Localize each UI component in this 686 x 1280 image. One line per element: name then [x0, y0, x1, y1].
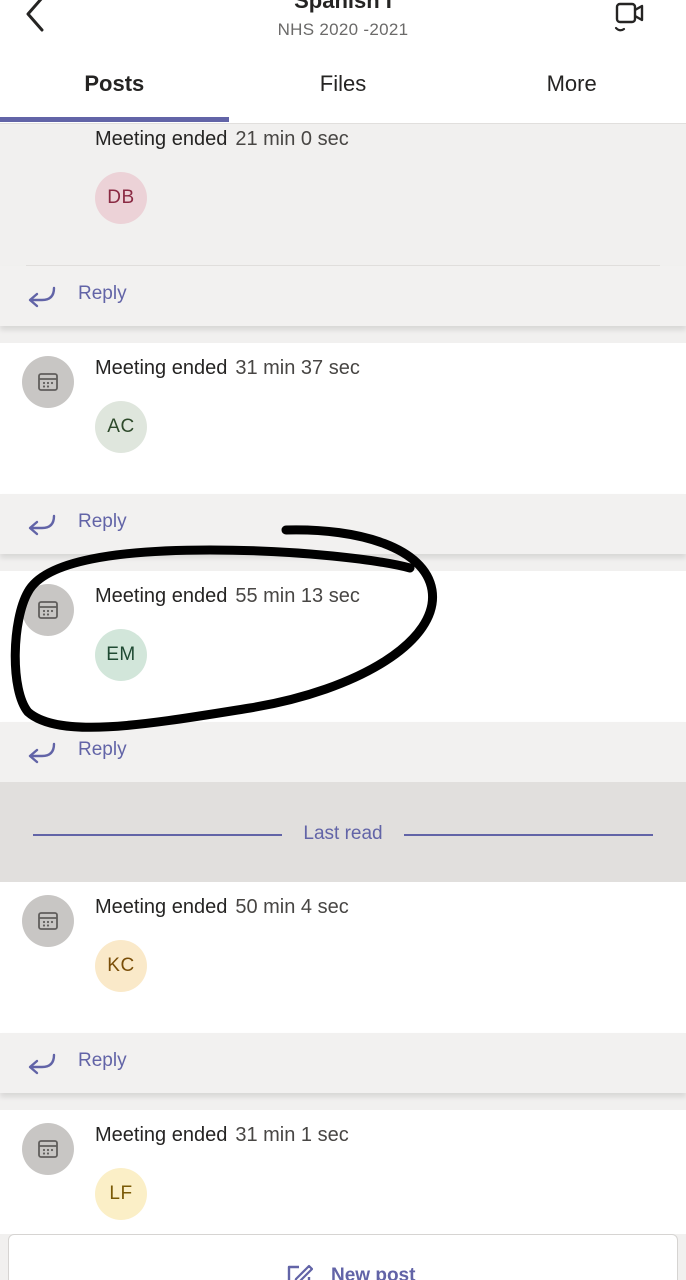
last-read-divider: Last read [0, 782, 686, 882]
meeting-status-label: Meeting ended [95, 128, 228, 150]
meeting-status-label: Meeting ended [95, 896, 228, 918]
post-body: Meeting ended 50 min 4 sec KC [0, 882, 686, 1033]
team-name: NHS 2020 -2021 [277, 20, 409, 39]
channel-tabs: Posts Files More [0, 56, 686, 124]
meet-now-button[interactable] [610, 0, 646, 34]
avatar[interactable]: DB [95, 172, 147, 224]
meeting-duration: 50 min 4 sec [235, 896, 349, 918]
avatar[interactable]: EM [95, 629, 147, 681]
avatar[interactable]: KC [95, 940, 147, 992]
meeting-avatar [22, 584, 74, 636]
reply-button[interactable]: Reply [78, 1050, 127, 1072]
calendar-icon [38, 601, 58, 619]
avatar[interactable]: AC [95, 401, 147, 453]
reply-button[interactable]: Reply [78, 511, 127, 533]
reply-bar[interactable]: Reply [0, 1033, 686, 1093]
meeting-duration: 55 min 13 sec [235, 585, 360, 607]
post-body: Meeting ended 55 min 13 sec EM [0, 571, 686, 722]
new-post-label: New post [331, 1265, 416, 1280]
new-post-button[interactable]: New post [8, 1234, 678, 1280]
tab-posts[interactable]: Posts [0, 56, 229, 123]
calendar-icon [38, 1140, 58, 1158]
meeting-duration: 31 min 37 sec [235, 357, 360, 379]
post-body: Meeting ended 21 min 0 sec DB [0, 124, 686, 266]
meeting-status: Meeting ended 31 min 1 sec [95, 1124, 349, 1147]
reply-arrow-icon [28, 286, 56, 308]
meeting-status-label: Meeting ended [95, 585, 228, 607]
calendar-icon [38, 912, 58, 930]
meeting-avatar [22, 895, 74, 947]
avatar[interactable]: LF [95, 1168, 147, 1220]
meeting-status: Meeting ended 55 min 13 sec [95, 585, 360, 608]
reply-bar[interactable]: Reply [0, 266, 686, 326]
reply-button[interactable]: Reply [78, 283, 127, 305]
tab-files[interactable]: Files [229, 56, 458, 123]
reply-bar[interactable]: Reply [0, 494, 686, 554]
tab-more[interactable]: More [457, 56, 686, 123]
reply-arrow-icon [28, 742, 56, 764]
reply-arrow-icon [28, 1053, 56, 1075]
reply-button[interactable]: Reply [78, 739, 127, 761]
meeting-avatar [22, 356, 74, 408]
meeting-status: Meeting ended 21 min 0 sec [95, 128, 349, 151]
meeting-status-label: Meeting ended [95, 1124, 228, 1146]
meeting-status: Meeting ended 31 min 37 sec [95, 357, 360, 380]
meeting-status-label: Meeting ended [95, 357, 228, 379]
reply-arrow-icon [28, 514, 56, 536]
meeting-avatar [22, 1123, 74, 1175]
meeting-status: Meeting ended 50 min 4 sec [95, 896, 349, 919]
app-header: Spanish I NHS 2020 -2021 Posts Files Mor… [0, 0, 686, 124]
active-tab-indicator [0, 117, 229, 122]
last-read-line [404, 834, 653, 836]
meeting-duration: 21 min 0 sec [235, 128, 349, 150]
channel-title: Spanish I [294, 0, 392, 13]
compose-icon [287, 1264, 313, 1280]
reply-bar[interactable]: Reply [0, 722, 686, 782]
post-body: Meeting ended 31 min 37 sec AC [0, 343, 686, 494]
post-body: Meeting ended 31 min 1 sec LF [0, 1110, 686, 1234]
calendar-icon [38, 373, 58, 391]
video-call-icon [614, 2, 644, 32]
meeting-duration: 31 min 1 sec [235, 1124, 349, 1146]
